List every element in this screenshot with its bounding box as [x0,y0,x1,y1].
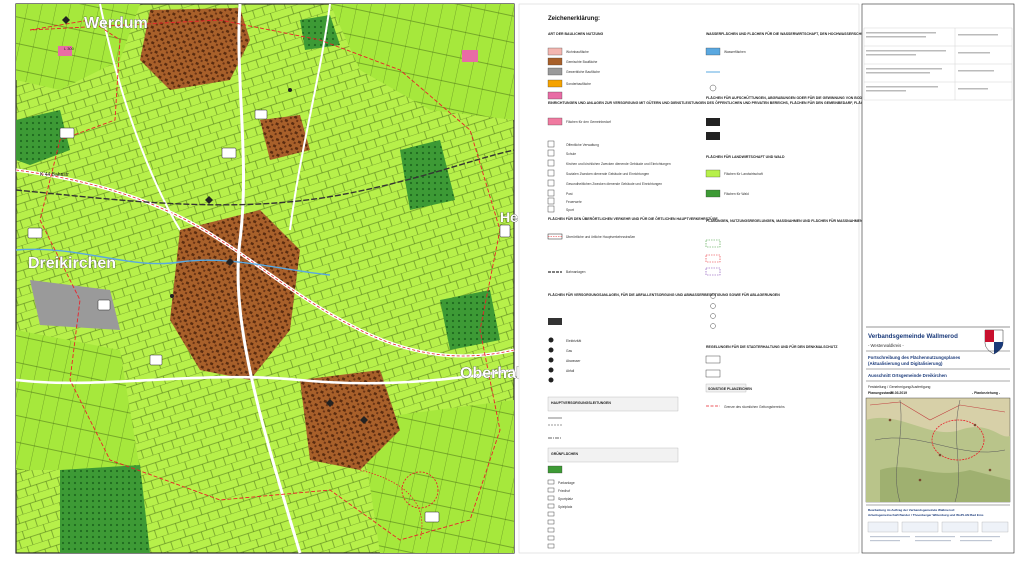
legend-item-verwaltung: Öffentliche Verwaltung [566,143,599,147]
org-subtitle: - Westerwaldkreis - [868,343,904,348]
legend-item-gas: Gas [566,349,572,353]
legend-section-versorgung: FLÄCHEN FÜR VERSORGUNGSANLAGEN, FÜR DIE … [548,293,780,297]
map-panel[interactable]: Werdum Dreikirchen Oberhahn He K 44 Bahn… [15,3,536,554]
legend-item-sportplatz: Sportplatz [558,497,573,501]
legend-item-hauptverkehr: Überörtliche und örtliche Hauptverkehrss… [566,235,635,239]
legend-section-aufschuettung: FLÄCHEN FÜR AUFSCHÜTTUNGEN, ABGRABUNGEN … [706,96,886,100]
legend-item-sonderbauflaeche: Sonderbaufläche [566,82,591,86]
legend-item-sozial: Sozialen Zwecken dienende Gebäude und Ei… [566,172,649,176]
org-name: Verbandsgemeinde Wallmerod [868,333,958,340]
road-label-l300: L 300 [64,46,75,51]
road-label-k44: K 44 Bahnstr [40,172,69,178]
legend-section-sonstige: SONSTIGE PLANZEICHEN [708,387,752,391]
legend-item-kirche: Kirchen und kirchlichen Zwecken dienende… [566,162,671,166]
legend-item-landwirtschaft: Flächen für Landwirtschaft [724,172,763,176]
office-line-2: Arbeitsgemeinschaft Bender / Thoenberger… [868,513,984,517]
legend-item-gewerbliche-bauflaeche: Gewerbliche Baufläche [566,70,600,74]
legend-title: Zeichenerklärung: [548,16,600,22]
legend-item-gemeinbedarf: Flächen für den Gemeinbedarf [566,120,611,124]
place-label-dreikirchen: Dreikirchen [28,255,116,272]
legend-item-friedhof: Friedhof [558,489,570,493]
place-label-edge: He [500,209,518,225]
stage-label: Feststellung / Genehmigung/Ausfertigung [868,385,931,389]
legend-item-wasserflaechen: Wasserflächen [724,50,746,54]
legend-item-parkanlage: Parkanlage [558,481,575,485]
legend-item-abfall: Abfall [566,369,575,373]
legend-item-abwasser: Abwasser [566,359,581,363]
legend-item-bahn: Bahnanlagen [566,270,586,274]
legend-item-feuerwehr: Feuerwehr [566,200,583,204]
plan-date: 26.03.2019 [890,391,907,395]
title-block: Verbandsgemeinde Wallmerod - Westerwaldk… [861,3,1015,554]
project-subtitle: (Aktualisierung und Digitalisierung) [868,361,943,366]
flaechennutzungsplan-sheet: Werdum Dreikirchen Oberhahn He K 44 Bahn… [15,3,1015,554]
project-title: Fortschreibung des Flächennutzungsplanes [868,355,961,360]
legend-item-wald: Flächen für Wald [724,192,749,196]
stage-right: - Planbeziehung - [972,391,1000,395]
legend-item-elektrizitaet: Elektrizität [566,339,581,343]
legend-item-schule: Schule [566,152,576,156]
legend-section-landwirtschaft: FLÄCHEN FÜR LANDWIRTSCHAFT UND WALD [706,155,785,159]
place-label-werdum: Werdum [84,15,148,32]
legend-section-art-baulichen: ART DER BAULICHEN NUTZUNG [548,32,603,36]
legend-item-wohnbauflaeche: Wohnbaufläche [566,50,589,54]
legend-item-gesundheit: Gesundheitlichen Zwecken dienende Gebäud… [566,182,662,186]
overview-map [865,397,1011,503]
legend-item-post: Post [566,192,573,196]
sheet-title: Ausschnitt Ortsgemeinde Dreikirchen [868,373,947,378]
legend-item-spielplatz: Spielplatz [558,505,573,509]
legend-item-sport: Sport [566,208,574,212]
legend-section-gruen: GRÜNFLÄCHEN [551,452,578,456]
office-line-1: Bearbeitung im Auftrag der Verbandsgemei… [868,508,955,512]
legend-item-gemischte-bauflaeche: Gemischte Baufläche [566,60,598,64]
legend-item-geltungsbereich: Grenze des räumlichen Geltungsbereichs [724,405,785,409]
legend-section-verkehr: FLÄCHEN FÜR DEN ÜBERÖRTLICHEN VERKEHR UN… [548,217,718,221]
legend-section-leitungen: HAUPTVERSORGUNGSLEITUNGEN [551,401,611,405]
legend-section-denkmal: REGELUNGEN FÜR DIE STADTERHALTUNG UND FÜ… [706,345,838,349]
